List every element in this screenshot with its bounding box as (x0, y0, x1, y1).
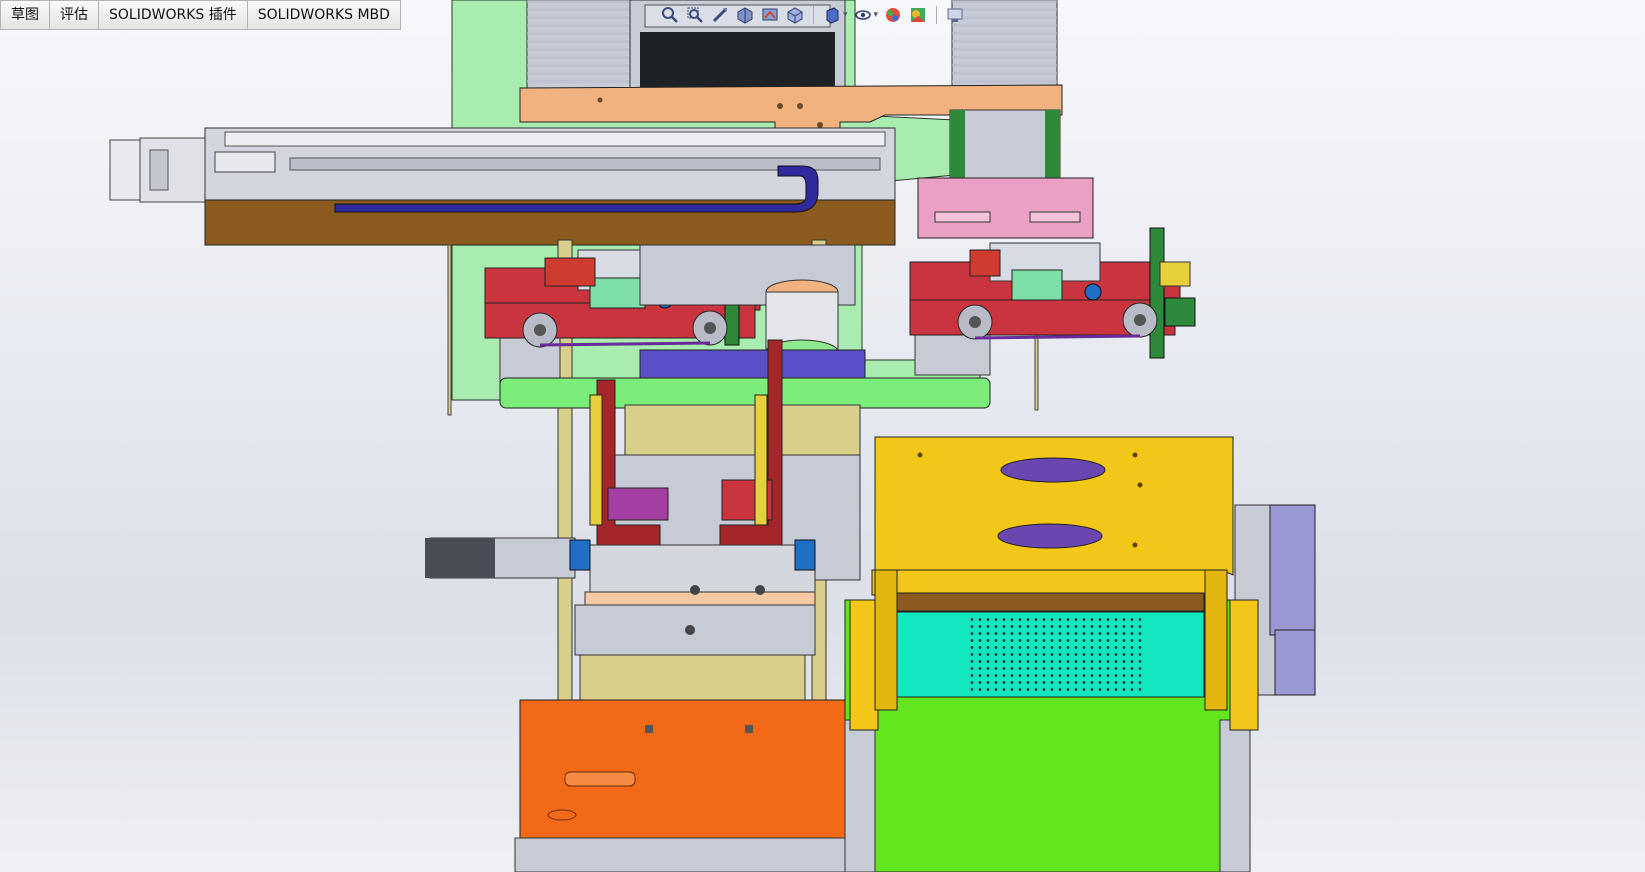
zoom-to-area-icon[interactable] (685, 5, 705, 25)
tab-solidworks-addins[interactable]: SOLIDWORKS 插件 (99, 0, 248, 30)
graphics-area-3d-model[interactable] (0, 0, 1645, 872)
right-gripper-assembly (909, 109, 1196, 376)
toolbar-separator (813, 6, 814, 24)
tab-solidworks-mbd[interactable]: SOLIDWORKS MBD (247, 0, 401, 30)
tab-sketch[interactable]: 草图 (0, 0, 50, 30)
right-cabinet (844, 436, 1316, 872)
toolbar-separator (936, 6, 938, 24)
display-style-icon[interactable] (822, 5, 842, 25)
previous-view-icon[interactable] (710, 5, 730, 25)
edit-appearance-icon[interactable] (883, 5, 903, 25)
heads-up-view-toolbar: ▾ ▾ (660, 2, 965, 28)
dynamic-annotation-icon[interactable] (760, 5, 780, 25)
view-settings-icon[interactable] (945, 5, 965, 25)
command-manager-tabs: 草图 评估 SOLIDWORKS 插件 SOLIDWORKS MBD (0, 0, 401, 30)
section-view-icon[interactable] (735, 5, 755, 25)
tab-evaluate[interactable]: 评估 (50, 0, 99, 30)
hide-show-items-icon[interactable] (853, 5, 873, 25)
display-style-dropdown-arrow[interactable]: ▾ (843, 10, 848, 20)
hide-show-dropdown-arrow[interactable]: ▾ (874, 10, 879, 20)
lower-fixture-assembly (425, 339, 861, 872)
zoom-to-fit-icon[interactable] (660, 5, 680, 25)
view-orientation-icon[interactable] (785, 5, 805, 25)
x-axis-linear-module (109, 127, 896, 246)
apply-scene-icon[interactable] (908, 5, 928, 25)
